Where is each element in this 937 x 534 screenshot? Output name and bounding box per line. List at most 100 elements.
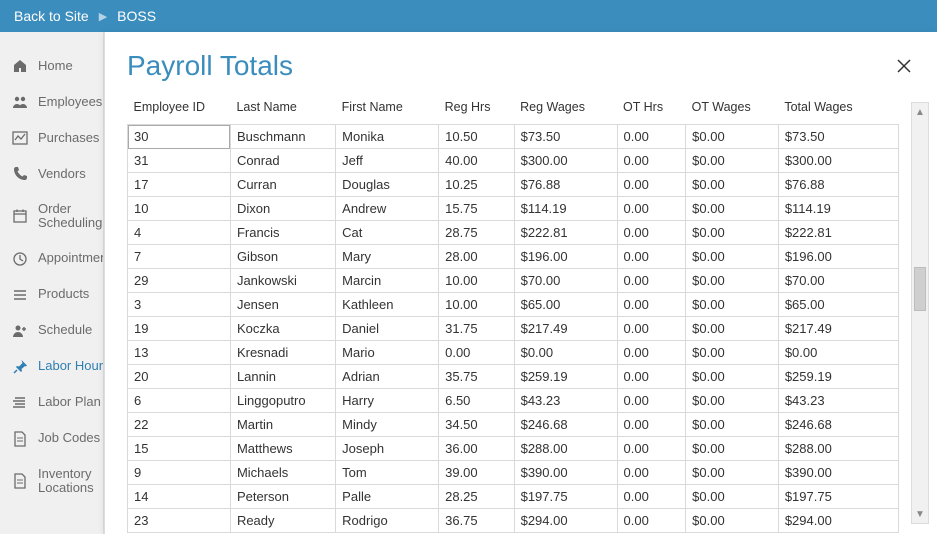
cell[interactable]: 15.75 (439, 197, 514, 221)
cell[interactable]: 36.75 (439, 509, 514, 533)
cell[interactable]: $217.49 (778, 317, 898, 341)
cell[interactable]: 0.00 (617, 269, 686, 293)
modal-close-button[interactable] (895, 57, 913, 75)
cell[interactable]: $65.00 (514, 293, 617, 317)
cell[interactable]: 14 (128, 485, 231, 509)
cell[interactable]: $0.00 (686, 341, 779, 365)
cell[interactable]: Daniel (336, 317, 439, 341)
sidebar-item-home[interactable]: Home (0, 48, 103, 84)
cell[interactable]: 0.00 (617, 389, 686, 413)
back-to-site-link[interactable]: Back to Site (14, 8, 89, 24)
cell[interactable]: Harry (336, 389, 439, 413)
sidebar-item-employees[interactable]: Employees (0, 84, 103, 120)
cell[interactable]: 29 (128, 269, 231, 293)
cell[interactable]: Monika (336, 125, 439, 149)
cell[interactable]: $73.50 (514, 125, 617, 149)
cell[interactable]: $70.00 (778, 269, 898, 293)
cell[interactable]: $0.00 (686, 413, 779, 437)
cell[interactable]: $217.49 (514, 317, 617, 341)
cell[interactable]: 40.00 (439, 149, 514, 173)
cell[interactable]: $196.00 (778, 245, 898, 269)
cell[interactable]: 0.00 (617, 317, 686, 341)
column-header[interactable]: First Name (336, 92, 439, 125)
cell[interactable]: $390.00 (514, 461, 617, 485)
sidebar-item-vendors[interactable]: Vendors (0, 156, 103, 192)
cell[interactable]: Ready (230, 509, 335, 533)
cell[interactable]: 4 (128, 221, 231, 245)
cell[interactable]: $196.00 (514, 245, 617, 269)
cell[interactable]: 36.00 (439, 437, 514, 461)
cell[interactable]: 19 (128, 317, 231, 341)
cell[interactable]: 28.75 (439, 221, 514, 245)
cell[interactable]: $43.23 (514, 389, 617, 413)
sidebar-item-schedule[interactable]: Schedule (0, 313, 103, 349)
sidebar-item-appointments[interactable]: Appointments (0, 241, 103, 277)
cell[interactable]: $76.88 (778, 173, 898, 197)
cell[interactable]: $0.00 (686, 221, 779, 245)
cell[interactable]: 0.00 (617, 245, 686, 269)
cell[interactable]: $0.00 (514, 341, 617, 365)
cell[interactable]: 0.00 (617, 437, 686, 461)
cell[interactable]: Tom (336, 461, 439, 485)
cell[interactable]: Francis (230, 221, 335, 245)
cell[interactable]: $294.00 (514, 509, 617, 533)
cell[interactable]: $0.00 (686, 197, 779, 221)
cell[interactable]: 13 (128, 341, 231, 365)
scroll-up-button[interactable]: ▲ (912, 103, 928, 121)
cell[interactable]: 0.00 (617, 221, 686, 245)
cell[interactable]: Conrad (230, 149, 335, 173)
cell[interactable]: 0.00 (617, 149, 686, 173)
cell[interactable]: 10.25 (439, 173, 514, 197)
cell[interactable]: Michaels (230, 461, 335, 485)
cell[interactable]: $0.00 (686, 149, 779, 173)
cell[interactable]: Martin (230, 413, 335, 437)
cell[interactable]: Mary (336, 245, 439, 269)
cell[interactable]: 0.00 (439, 341, 514, 365)
cell[interactable]: Gibson (230, 245, 335, 269)
sidebar-item-job-codes[interactable]: Job Codes (0, 421, 103, 457)
cell[interactable]: $246.68 (514, 413, 617, 437)
cell[interactable]: $259.19 (514, 365, 617, 389)
cell[interactable]: Kresnadi (230, 341, 335, 365)
cell[interactable]: 0.00 (617, 125, 686, 149)
cell[interactable]: $390.00 (778, 461, 898, 485)
cell[interactable]: Matthews (230, 437, 335, 461)
cell[interactable]: 23 (128, 509, 231, 533)
cell[interactable]: $0.00 (686, 245, 779, 269)
cell[interactable]: Koczka (230, 317, 335, 341)
cell[interactable]: $300.00 (778, 149, 898, 173)
cell[interactable]: $294.00 (778, 509, 898, 533)
cell[interactable]: $0.00 (686, 269, 779, 293)
cell[interactable]: $0.00 (686, 389, 779, 413)
cell[interactable]: 20 (128, 365, 231, 389)
cell[interactable]: Cat (336, 221, 439, 245)
cell[interactable]: 10.00 (439, 269, 514, 293)
cell[interactable]: 3 (128, 293, 231, 317)
sidebar-item-inventory[interactable]: InventoryLocations (0, 457, 103, 506)
scroll-thumb[interactable] (914, 267, 926, 311)
cell[interactable]: 28.00 (439, 245, 514, 269)
cell[interactable]: $246.68 (778, 413, 898, 437)
cell[interactable]: Jeff (336, 149, 439, 173)
column-header[interactable]: Reg Hrs (439, 92, 514, 125)
cell[interactable]: Andrew (336, 197, 439, 221)
cell[interactable]: $0.00 (686, 461, 779, 485)
column-header[interactable]: Employee ID (128, 92, 231, 125)
cell[interactable]: Douglas (336, 173, 439, 197)
cell[interactable]: 34.50 (439, 413, 514, 437)
cell[interactable]: 10.00 (439, 293, 514, 317)
column-header[interactable]: Reg Wages (514, 92, 617, 125)
cell[interactable]: 0.00 (617, 197, 686, 221)
sidebar-item-labor-plan[interactable]: Labor Plan (0, 385, 103, 421)
cell[interactable]: 17 (128, 173, 231, 197)
cell[interactable]: Buschmann (230, 125, 335, 149)
cell[interactable]: 39.00 (439, 461, 514, 485)
cell[interactable]: Lannin (230, 365, 335, 389)
cell[interactable]: 9 (128, 461, 231, 485)
sidebar-item-purchases[interactable]: Purchases (0, 120, 103, 156)
cell[interactable]: Jensen (230, 293, 335, 317)
cell[interactable]: 6.50 (439, 389, 514, 413)
cell[interactable]: $197.75 (514, 485, 617, 509)
cell[interactable]: Mario (336, 341, 439, 365)
cell[interactable]: $43.23 (778, 389, 898, 413)
